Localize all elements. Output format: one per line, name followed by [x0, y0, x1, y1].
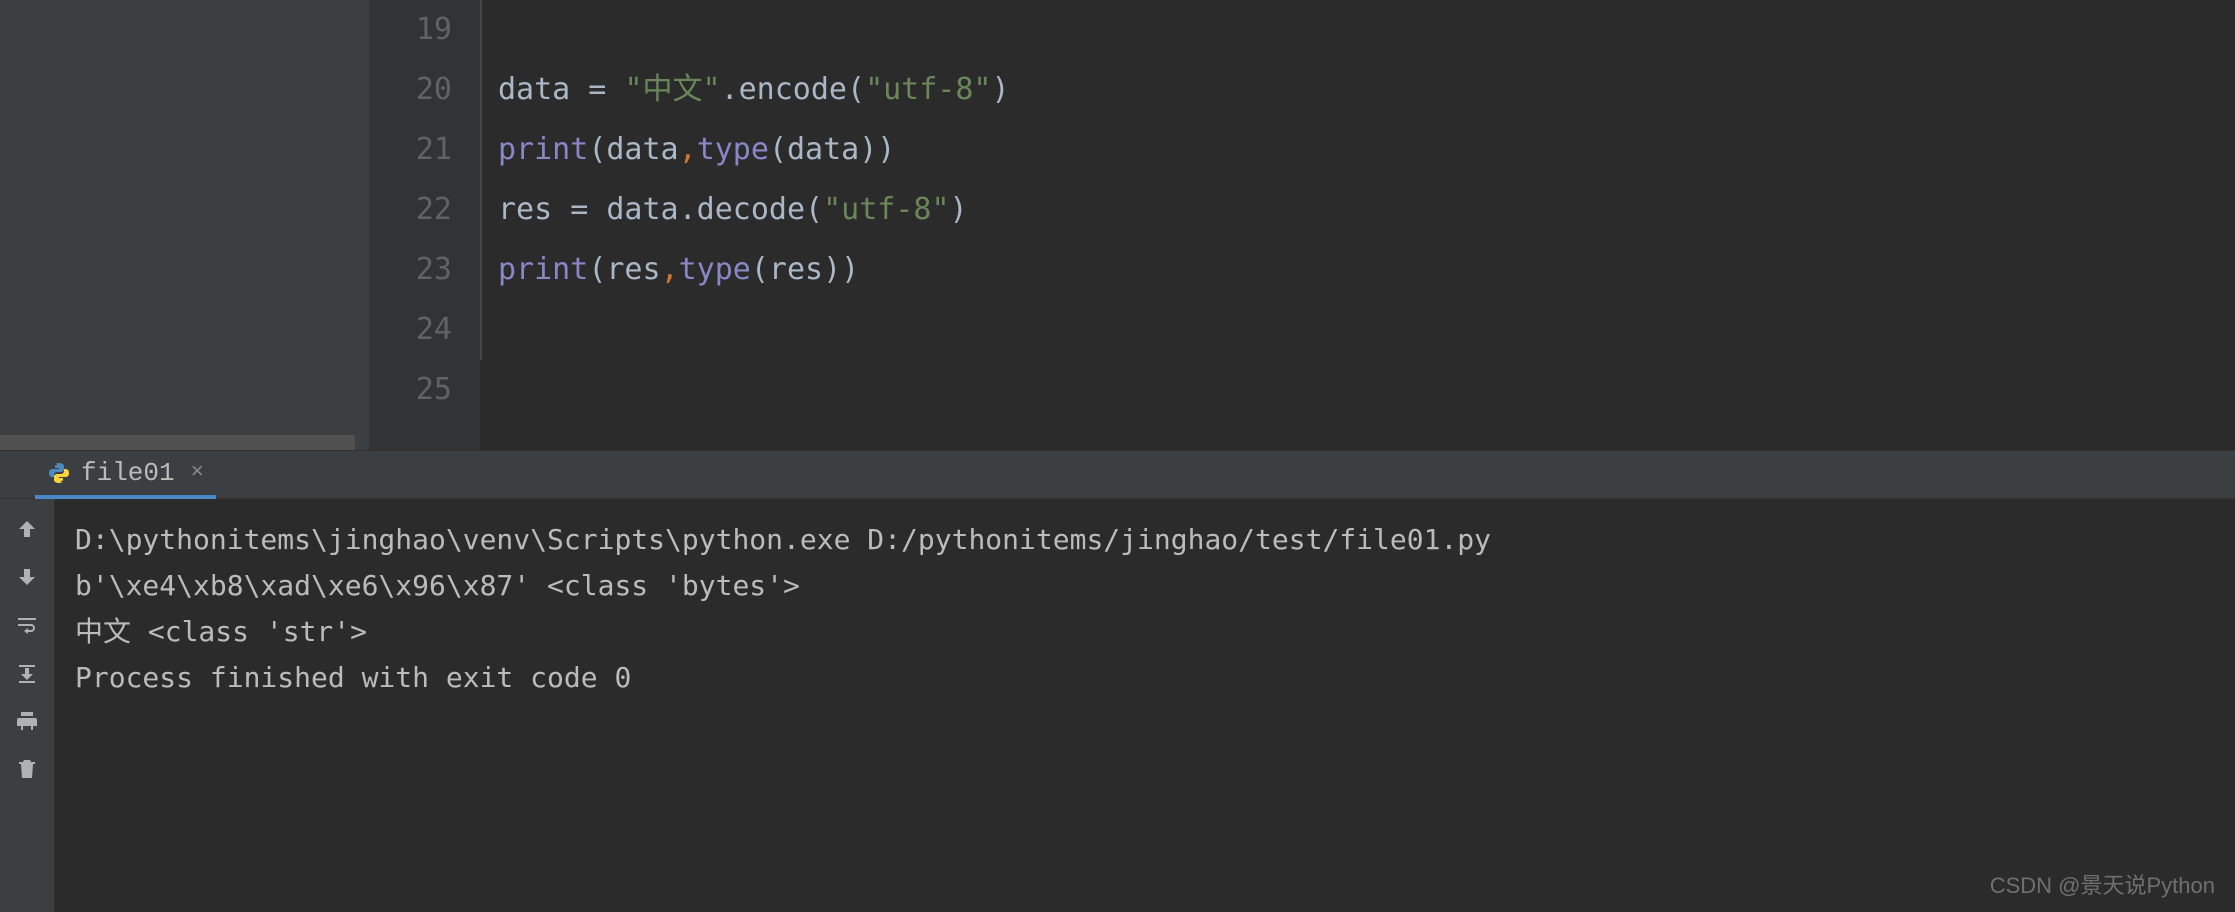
print-icon[interactable] — [12, 706, 42, 736]
code-line[interactable]: print(data,type(data)) — [498, 120, 2235, 180]
code-line[interactable]: res = data.decode("utf-8") — [498, 180, 2235, 240]
project-panel[interactable] — [0, 0, 370, 450]
horizontal-scrollbar[interactable] — [0, 435, 355, 450]
run-tab-bar: file01 × — [0, 451, 2235, 499]
editor-area: 19 20 21 22 23 24 25 data = "中文".encode(… — [0, 0, 2235, 450]
code-line[interactable] — [498, 360, 2235, 420]
code-lines[interactable]: data = "中文".encode("utf-8") print(data,t… — [480, 0, 2235, 450]
trash-icon[interactable] — [12, 754, 42, 784]
run-toolbar — [0, 499, 55, 912]
line-number: 21 — [370, 120, 452, 180]
line-gutter: 19 20 21 22 23 24 25 — [370, 0, 480, 450]
code-line[interactable] — [498, 0, 2235, 60]
output-line: b'\xe4\xb8\xad\xe6\x96\x87' <class 'byte… — [75, 563, 2215, 609]
run-tab-file01[interactable]: file01 × — [35, 451, 216, 499]
output-line: 中文 <class 'str'> — [75, 609, 2215, 655]
line-number: 25 — [370, 360, 452, 420]
line-number: 19 — [370, 0, 452, 60]
close-icon[interactable]: × — [191, 460, 204, 485]
code-line[interactable]: print(res,type(res)) — [498, 240, 2235, 300]
python-icon — [47, 461, 71, 485]
arrow-down-icon[interactable] — [12, 562, 42, 592]
run-body: D:\pythonitems\jinghao\venv\Scripts\pyth… — [0, 499, 2235, 912]
code-line[interactable]: data = "中文".encode("utf-8") — [498, 60, 2235, 120]
line-number: 23 — [370, 240, 452, 300]
arrow-up-icon[interactable] — [12, 514, 42, 544]
watermark: CSDN @景天说Python — [1990, 868, 2215, 900]
soft-wrap-icon[interactable] — [12, 610, 42, 640]
indent-guide — [480, 0, 482, 360]
line-number: 22 — [370, 180, 452, 240]
code-editor[interactable]: 19 20 21 22 23 24 25 data = "中文".encode(… — [370, 0, 2235, 450]
line-number: 24 — [370, 300, 452, 360]
line-number: 20 — [370, 60, 452, 120]
output-line: Process finished with exit code 0 — [75, 655, 2215, 701]
console-output[interactable]: D:\pythonitems\jinghao\venv\Scripts\pyth… — [55, 499, 2235, 912]
run-tab-label: file01 — [81, 458, 175, 488]
run-panel: file01 × D:\pythonitems\jinghao — [0, 450, 2235, 912]
code-line[interactable] — [498, 300, 2235, 360]
output-line: D:\pythonitems\jinghao\venv\Scripts\pyth… — [75, 517, 2215, 563]
scroll-to-end-icon[interactable] — [12, 658, 42, 688]
